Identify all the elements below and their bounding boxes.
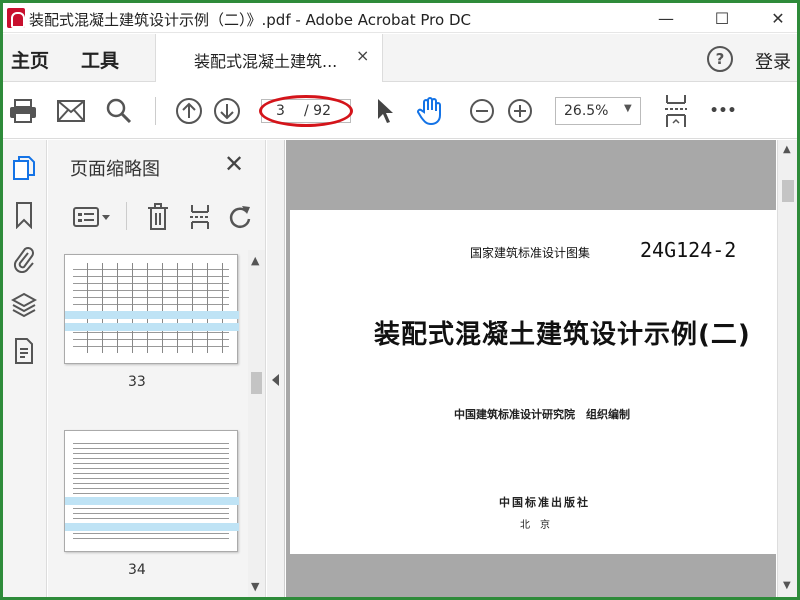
bookmarks-icon[interactable] <box>9 200 39 230</box>
publisher-label: 中国标准出版社 <box>499 496 590 509</box>
document-tab-close-button[interactable]: × <box>356 46 369 65</box>
search-icon[interactable] <box>103 95 135 127</box>
acrobat-window: 装配式混凝土建筑设计示例（二）》.pdf - Adobe Acrobat Pro… <box>3 3 797 597</box>
main-toolbar: 3 / 92 26.5% ▼ ••• <box>3 83 797 139</box>
delete-page-icon[interactable] <box>142 202 174 232</box>
scroll-down-icon[interactable]: ▼ <box>783 580 791 591</box>
tab-document[interactable]: 装配式混凝土建筑... × <box>155 34 383 82</box>
zoom-level-dropdown[interactable]: 26.5% ▼ <box>555 97 641 125</box>
tab-bar: 主页 工具 装配式混凝土建筑... × ? 登录 <box>3 34 797 82</box>
thumbnail-options-icon[interactable] <box>70 202 114 232</box>
panel-toolbar-divider <box>126 202 127 230</box>
scrollbar-thumb[interactable] <box>251 372 262 394</box>
atlas-code: 24G124-2 <box>640 238 737 262</box>
print-icon[interactable] <box>7 95 39 127</box>
page-thumbnails-icon[interactable] <box>9 154 39 184</box>
left-navigation-rail <box>3 140 47 597</box>
minimize-button[interactable]: — <box>649 7 683 29</box>
content-document-icon[interactable] <box>9 336 39 366</box>
rotate-page-icon[interactable] <box>224 202 256 232</box>
select-cursor-icon[interactable] <box>371 95 399 127</box>
thumbnail-page-number: 33 <box>128 374 146 390</box>
document-scrollbar[interactable]: ▲ ▼ <box>777 140 797 597</box>
insert-page-icon[interactable] <box>184 202 216 232</box>
tab-tools[interactable]: 工具 <box>81 46 119 73</box>
scroll-up-icon[interactable]: ▲ <box>251 254 259 267</box>
previous-page-icon[interactable] <box>173 95 205 127</box>
next-page-icon[interactable] <box>211 95 243 127</box>
organization-label: 中国建筑标准设计研究院 组织编制 <box>454 408 630 421</box>
attachments-icon[interactable] <box>9 244 39 274</box>
scroll-down-icon[interactable]: ▼ <box>251 580 259 593</box>
fit-page-icon[interactable] <box>661 91 691 131</box>
standard-series-label: 国家建筑标准设计图集 <box>470 246 591 260</box>
collapse-panel-icon[interactable] <box>272 374 279 386</box>
pdf-page: 国家建筑标准设计图集 24G124-2 装配式混凝土建筑设计示例(二) 中国建筑… <box>290 210 776 554</box>
city-label: 北京 <box>520 520 560 531</box>
document-title: 装配式混凝土建筑设计示例(二) <box>374 320 751 350</box>
red-annotation-circle <box>259 95 353 127</box>
thumbnail-list: 33 34 <box>48 250 248 597</box>
panel-title: 页面缩略图 <box>70 159 160 180</box>
thumbnail-page-34[interactable] <box>64 430 239 552</box>
window-title: 装配式混凝土建筑设计示例（二）》.pdf - Adobe Acrobat Pro… <box>29 11 471 29</box>
zoom-in-icon[interactable] <box>505 95 535 127</box>
thumbnail-scrollbar[interactable]: ▲ ▼ <box>248 250 265 597</box>
document-tab-label: 装配式混凝土建筑... <box>194 52 338 71</box>
toolbar-divider <box>155 97 156 125</box>
scrollbar-thumb[interactable] <box>782 180 794 202</box>
hand-tool-icon[interactable] <box>415 95 447 127</box>
login-button[interactable]: 登录 <box>755 48 791 74</box>
zoom-level-value: 26.5% <box>564 103 609 119</box>
chevron-down-icon: ▼ <box>624 103 632 114</box>
thumbnail-page-33[interactable] <box>64 254 239 364</box>
acrobat-app-icon <box>7 8 25 28</box>
more-options-icon[interactable]: ••• <box>707 95 739 127</box>
zoom-out-icon[interactable] <box>467 95 497 127</box>
page-thumbnails-panel: 页面缩略图 ✕ 33 34 ▲ ▼ <box>48 140 266 597</box>
thumbnail-page-number: 34 <box>128 562 146 578</box>
email-icon[interactable] <box>55 95 87 127</box>
layers-icon[interactable] <box>9 290 39 320</box>
close-panel-button[interactable]: ✕ <box>224 152 244 176</box>
tab-home[interactable]: 主页 <box>11 46 49 73</box>
panel-splitter[interactable] <box>267 140 285 597</box>
scroll-up-icon[interactable]: ▲ <box>783 144 791 155</box>
close-window-button[interactable]: ✕ <box>761 7 795 29</box>
maximize-button[interactable]: ☐ <box>705 7 739 29</box>
document-viewport[interactable]: 国家建筑标准设计图集 24G124-2 装配式混凝土建筑设计示例(二) 中国建筑… <box>286 140 776 597</box>
title-bar: 装配式混凝土建筑设计示例（二）》.pdf - Adobe Acrobat Pro… <box>3 3 797 33</box>
help-icon[interactable]: ? <box>707 46 733 72</box>
